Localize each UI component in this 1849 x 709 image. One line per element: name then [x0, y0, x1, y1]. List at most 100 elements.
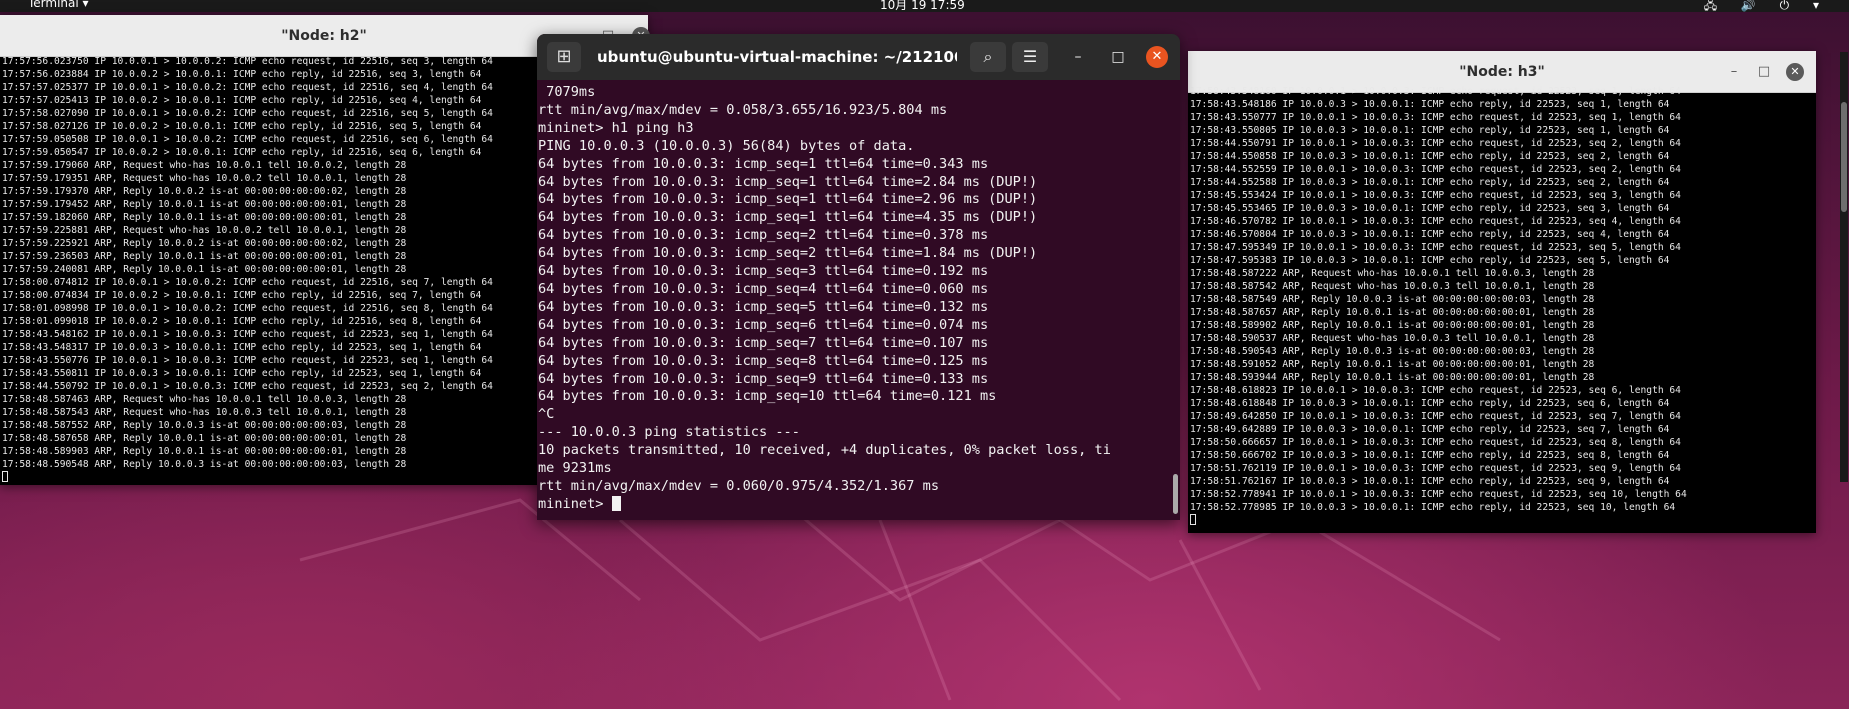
- cursor: [2, 471, 8, 482]
- maximize-icon[interactable]: □: [1109, 48, 1127, 66]
- window-terminal[interactable]: ⊞ ubuntu@ubuntu-virtual-machine: ~/21210…: [537, 34, 1180, 520]
- terminal-line: 17:58:51.762167 IP 10.0.0.3 > 10.0.0.1: …: [1190, 476, 1670, 487]
- minimize-icon[interactable]: –: [1726, 64, 1742, 80]
- terminal-line: 17:57:59.179370 ARP, Reply 10.0.0.2 is-a…: [2, 186, 407, 197]
- terminal-line: 64 bytes from 10.0.0.3: icmp_seq=3 ttl=6…: [538, 263, 989, 280]
- terminal-line: 17:58:01.099018 IP 10.0.0.2 > 10.0.0.1: …: [2, 316, 482, 327]
- scrollbar-thumb[interactable]: [1173, 474, 1178, 514]
- terminal-line: 17:58:48.587542 ARP, Request who-has 10.…: [1190, 281, 1595, 292]
- terminal-line: 17:58:45.553465 IP 10.0.0.3 > 10.0.0.1: …: [1190, 203, 1670, 214]
- desktop-scrollbar[interactable]: [1840, 52, 1848, 482]
- terminal-line: 17:58:52.778941 IP 10.0.0.1 > 10.0.0.3: …: [1190, 489, 1687, 500]
- terminal-line: 17:57:59.179452 ARP, Reply 10.0.0.1 is-a…: [2, 199, 407, 210]
- terminal-line: 17:58:44.552588 IP 10.0.0.3 > 10.0.0.1: …: [1190, 177, 1670, 188]
- terminal-line: me 9231ms: [538, 460, 612, 477]
- terminal-line: 10 packets transmitted, 10 received, +4 …: [538, 442, 1111, 459]
- terminal-line: ^C: [538, 406, 555, 423]
- terminal-output[interactable]: 17:58:43.548160 IP 10.0.0.1 > 10.0.0.3: …: [1190, 85, 1814, 531]
- terminal-line: 17:57:59.050547 IP 10.0.0.2 > 10.0.0.1: …: [2, 147, 482, 158]
- terminal-line: rtt min/avg/max/mdev = 0.058/3.655/16.92…: [538, 101, 948, 118]
- terminal-line: 17:58:49.642889 IP 10.0.0.3 > 10.0.0.1: …: [1190, 424, 1670, 435]
- terminal-line: 17:58:01.098998 IP 10.0.0.1 > 10.0.0.2: …: [2, 303, 493, 314]
- terminal-line: 17:58:43.548160 IP 10.0.0.1 > 10.0.0.3: …: [1190, 86, 1681, 97]
- minimize-icon[interactable]: –: [1069, 48, 1087, 66]
- close-icon[interactable]: ✕: [1146, 46, 1168, 68]
- scrollbar-thumb[interactable]: [1841, 102, 1847, 212]
- terminal-line: 17:58:43.550777 IP 10.0.0.1 > 10.0.0.3: …: [1190, 112, 1681, 123]
- terminal-line: 17:58:46.570804 IP 10.0.0.3 > 10.0.0.1: …: [1190, 229, 1670, 240]
- hamburger-menu-icon[interactable]: ☰: [1012, 42, 1048, 72]
- terminal-line: 64 bytes from 10.0.0.3: icmp_seq=4 ttl=6…: [538, 280, 989, 297]
- terminal-line: 17:58:48.618848 IP 10.0.0.3 > 10.0.0.1: …: [1190, 398, 1670, 409]
- terminal-line: 17:58:43.550776 IP 10.0.0.1 > 10.0.0.3: …: [2, 355, 493, 366]
- terminal-line: 64 bytes from 10.0.0.3: icmp_seq=1 ttl=6…: [538, 155, 989, 172]
- output-lines: 7079ms rtt min/avg/max/mdev = 0.058/3.65…: [538, 84, 1111, 494]
- terminal-line: 17:58:48.589903 ARP, Reply 10.0.0.1 is-a…: [2, 446, 407, 457]
- terminal-line: 17:58:48.587222 ARP, Request who-has 10.…: [1190, 268, 1595, 279]
- terminal-output[interactable]: 7079ms rtt min/avg/max/mdev = 0.058/3.65…: [538, 84, 1168, 520]
- terminal-line: 17:57:58.027090 IP 10.0.0.1 > 10.0.0.2: …: [2, 108, 493, 119]
- terminal-line: 17:57:59.236503 ARP, Reply 10.0.0.1 is-a…: [2, 251, 407, 262]
- search-icon[interactable]: ⌕: [970, 42, 1006, 72]
- terminal-line: 17:57:59.225881 ARP, Request who-has 10.…: [2, 225, 407, 236]
- terminal-line: 64 bytes from 10.0.0.3: icmp_seq=5 ttl=6…: [538, 298, 989, 315]
- terminal-line: 64 bytes from 10.0.0.3: icmp_seq=1 ttl=6…: [538, 191, 1038, 208]
- terminal-line: 64 bytes from 10.0.0.3: icmp_seq=6 ttl=6…: [538, 316, 989, 333]
- terminal-line: 17:57:59.182060 ARP, Reply 10.0.0.1 is-a…: [2, 212, 407, 223]
- terminal-line: 17:58:46.570782 IP 10.0.0.1 > 10.0.0.3: …: [1190, 216, 1681, 227]
- terminal-line: 17:57:57.025377 IP 10.0.0.1 > 10.0.0.2: …: [2, 82, 493, 93]
- terminal-line: 64 bytes from 10.0.0.3: icmp_seq=10 ttl=…: [538, 388, 997, 405]
- terminal-line: 17:58:43.550805 IP 10.0.0.3 > 10.0.0.1: …: [1190, 125, 1670, 136]
- terminal-line: 17:58:48.587552 ARP, Reply 10.0.0.3 is-a…: [2, 420, 407, 431]
- terminal-line: 17:58:48.618823 IP 10.0.0.1 > 10.0.0.3: …: [1190, 385, 1681, 396]
- terminal-line: 17:57:59.225921 ARP, Reply 10.0.0.2 is-a…: [2, 238, 407, 249]
- terminal-line: 17:57:59.240081 ARP, Reply 10.0.0.1 is-a…: [2, 264, 407, 275]
- window-node-h3[interactable]: "Node: h3" – □ ✕ 17:58:43.548160 IP 10.0…: [1188, 51, 1816, 533]
- terminal-line: 7079ms: [546, 84, 596, 100]
- terminal-line: 17:57:56.023884 IP 10.0.0.2 > 10.0.0.1: …: [2, 69, 482, 80]
- close-icon[interactable]: ✕: [1786, 63, 1804, 81]
- terminal-line: 17:58:47.595349 IP 10.0.0.1 > 10.0.0.3: …: [1190, 242, 1681, 253]
- system-tray[interactable]: 🖧 🔊 ⏻ ▾: [1704, 0, 1829, 12]
- terminal-line: 17:58:00.074834 IP 10.0.0.2 > 10.0.0.1: …: [2, 290, 482, 301]
- terminal-line: 17:58:49.642850 IP 10.0.0.1 > 10.0.0.3: …: [1190, 411, 1681, 422]
- window-title: ubuntu@ubuntu-virtual-machine: ~/2121066…: [597, 48, 957, 66]
- terminal-line: 64 bytes from 10.0.0.3: icmp_seq=2 ttl=6…: [538, 245, 1038, 262]
- terminal-line: 17:58:48.589902 ARP, Reply 10.0.0.1 is-a…: [1190, 320, 1595, 331]
- app-menu[interactable]: Terminal ▾: [28, 0, 89, 10]
- terminal-line: 17:57:58.027126 IP 10.0.0.2 > 10.0.0.1: …: [2, 121, 482, 132]
- terminal-line: 64 bytes from 10.0.0.3: icmp_seq=1 ttl=6…: [538, 173, 1038, 190]
- terminal-line: 17:58:44.550791 IP 10.0.0.1 > 10.0.0.3: …: [1190, 138, 1681, 149]
- terminal-line: PING 10.0.0.3 (10.0.0.3) 56(84) bytes of…: [538, 137, 915, 154]
- terminal-line: 17:58:48.587658 ARP, Reply 10.0.0.1 is-a…: [2, 433, 407, 444]
- terminal-line: 17:58:48.587463 ARP, Request who-has 10.…: [2, 394, 407, 405]
- cursor: [611, 495, 621, 511]
- terminal-line: 17:58:44.552559 IP 10.0.0.1 > 10.0.0.3: …: [1190, 164, 1681, 175]
- terminal-line: 17:58:47.595383 IP 10.0.0.3 > 10.0.0.1: …: [1190, 255, 1670, 266]
- terminal-line: 17:58:43.548186 IP 10.0.0.3 > 10.0.0.1: …: [1190, 99, 1670, 110]
- terminal-line: 64 bytes from 10.0.0.3: icmp_seq=1 ttl=6…: [538, 209, 1038, 226]
- shell-prompt: mininet>: [538, 495, 612, 512]
- terminal-line: 17:58:51.762119 IP 10.0.0.1 > 10.0.0.3: …: [1190, 463, 1681, 474]
- top-panel: Terminal ▾ 10月 19 17:59 🖧 🔊 ⏻ ▾: [0, 0, 1849, 12]
- terminal-line: 17:58:48.587657 ARP, Reply 10.0.0.1 is-a…: [1190, 307, 1595, 318]
- terminal-line: 17:57:56.023750 IP 10.0.0.1 > 10.0.0.2: …: [2, 56, 493, 67]
- terminal-line: 17:58:43.548162 IP 10.0.0.1 > 10.0.0.3: …: [2, 329, 493, 340]
- terminal-line: 64 bytes from 10.0.0.3: icmp_seq=8 ttl=6…: [538, 352, 989, 369]
- maximize-icon[interactable]: □: [1756, 64, 1772, 80]
- terminal-line: 17:58:48.587549 ARP, Reply 10.0.0.3 is-a…: [1190, 294, 1595, 305]
- terminal-line: 17:58:48.590543 ARP, Reply 10.0.0.3 is-a…: [1190, 346, 1595, 357]
- headerbar[interactable]: ⊞ ubuntu@ubuntu-virtual-machine: ~/21210…: [537, 34, 1180, 80]
- terminal-line: 17:58:48.593944 ARP, Reply 10.0.0.1 is-a…: [1190, 372, 1595, 383]
- terminal-line: 17:58:48.587543 ARP, Request who-has 10.…: [2, 407, 407, 418]
- terminal-line: 17:57:59.179060 ARP, Request who-has 10.…: [2, 160, 407, 171]
- terminal-line: 64 bytes from 10.0.0.3: icmp_seq=9 ttl=6…: [538, 370, 989, 387]
- terminal-line: 17:57:59.179351 ARP, Request who-has 10.…: [2, 173, 407, 184]
- new-tab-icon[interactable]: ⊞: [547, 42, 581, 72]
- terminal-line: 17:58:50.666702 IP 10.0.0.3 > 10.0.0.1: …: [1190, 450, 1670, 461]
- clock[interactable]: 10月 19 17:59: [880, 0, 965, 12]
- terminal-line: 17:58:44.550792 IP 10.0.0.1 > 10.0.0.3: …: [2, 381, 493, 392]
- terminal-line: 17:58:52.778985 IP 10.0.0.3 > 10.0.0.1: …: [1190, 502, 1676, 513]
- output-lines: 17:58:43.548160 IP 10.0.0.1 > 10.0.0.3: …: [1190, 86, 1687, 513]
- terminal-line: 17:58:00.074812 IP 10.0.0.1 > 10.0.0.2: …: [2, 277, 493, 288]
